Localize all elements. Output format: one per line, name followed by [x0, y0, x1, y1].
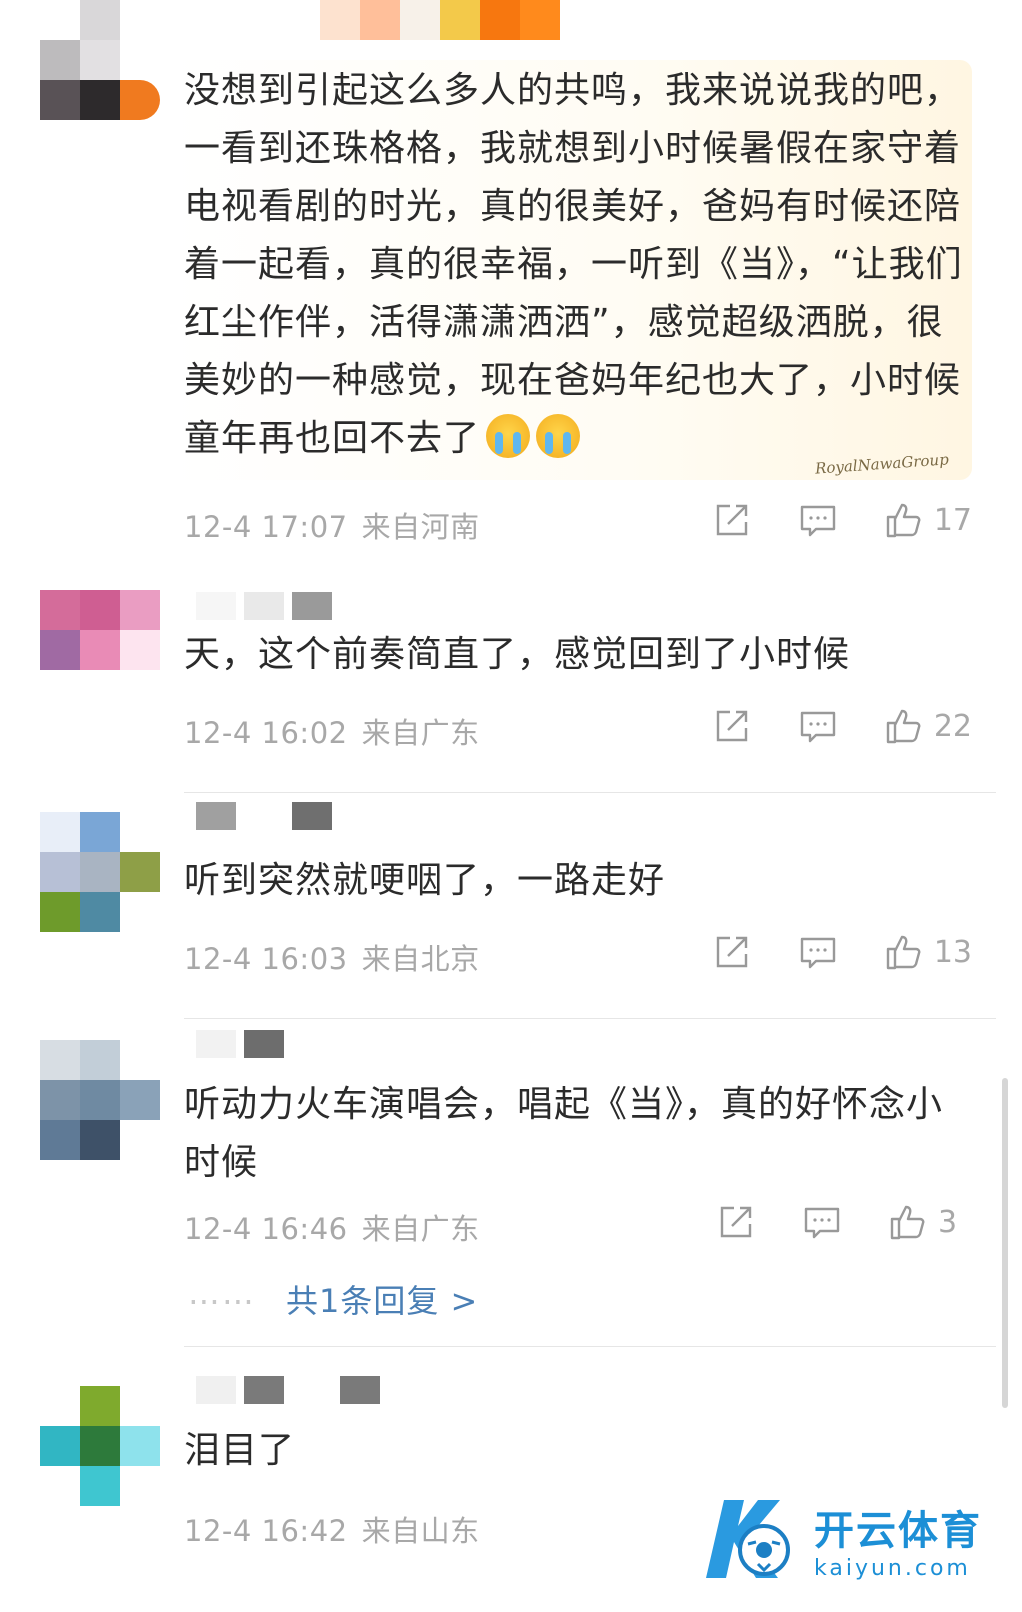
- comment-icon: [800, 711, 836, 743]
- like-count: 17: [933, 502, 972, 538]
- avatar[interactable]: [40, 0, 160, 120]
- divider: [184, 792, 996, 793]
- like-count: 13: [933, 934, 972, 970]
- comment-meta: 12-4 16:02 来自广东: [184, 710, 480, 752]
- like-icon: [886, 503, 921, 538]
- like-count: 22: [933, 708, 972, 744]
- username-blurred[interactable]: [196, 592, 332, 620]
- comment-time: 12-4 16:46: [184, 1212, 348, 1246]
- avatar[interactable]: [40, 1040, 160, 1160]
- comment-actions: 17: [712, 500, 972, 540]
- comment-actions: 3: [716, 1202, 972, 1242]
- like-count: 3: [938, 1204, 958, 1240]
- divider: [184, 1018, 996, 1019]
- comment-icon: [800, 505, 836, 537]
- avatar[interactable]: [40, 812, 160, 932]
- divider: [184, 1346, 996, 1347]
- comment-location: 来自广东: [361, 1212, 480, 1246]
- username-blurred[interactable]: [196, 802, 332, 830]
- comment-button[interactable]: [798, 706, 838, 746]
- like-button[interactable]: 17: [884, 500, 972, 540]
- like-button[interactable]: 13: [884, 932, 972, 972]
- comment-location: 来自河南: [361, 510, 480, 544]
- top-cut-off-avatar-strip: [320, 0, 560, 40]
- comment-text: 听动力火车演唱会，唱起《当》，真的好怀念小时候: [184, 1084, 944, 1183]
- like-button[interactable]: 3: [888, 1202, 972, 1242]
- kaiyun-logo-icon: [694, 1494, 804, 1584]
- like-icon: [886, 709, 921, 744]
- like-icon: [890, 1205, 925, 1240]
- username-blurred[interactable]: [196, 1376, 380, 1404]
- share-icon: [716, 710, 748, 742]
- comment-text: 天，这个前奏简直了，感觉回到了小时候: [184, 634, 851, 675]
- crying-emoji-icon: [486, 414, 531, 458]
- like-button[interactable]: 22: [884, 706, 972, 746]
- comment-location: 来自山东: [361, 1514, 480, 1548]
- share-icon: [716, 936, 748, 968]
- reply-dots: ⋯⋯: [188, 1282, 256, 1320]
- watermark-cn: 开云体育: [814, 1507, 982, 1554]
- comment-text: 听到突然就哽咽了，一路走好: [184, 860, 666, 901]
- comment-button[interactable]: [798, 932, 838, 972]
- comment-text: 泪目了: [184, 1430, 296, 1471]
- share-icon: [716, 504, 748, 536]
- share-button[interactable]: [712, 706, 752, 746]
- comment-actions: 13: [712, 932, 972, 972]
- avatar[interactable]: [40, 590, 160, 710]
- comment-button[interactable]: [798, 500, 838, 540]
- comment-meta: 12-4 16:46 来自广东: [184, 1206, 480, 1248]
- comment-icon: [800, 937, 836, 969]
- comment-icon: [804, 1207, 840, 1239]
- crying-emoji-icon: [536, 414, 581, 458]
- share-button[interactable]: [712, 932, 752, 972]
- username-blurred[interactable]: [196, 1030, 284, 1058]
- comment-time: 12-4 16:03: [184, 942, 348, 976]
- comment-meta: 12-4 16:42 来自山东: [184, 1508, 480, 1550]
- scrollbar[interactable]: [1002, 1078, 1008, 1408]
- like-icon: [886, 935, 921, 970]
- comment-location: 来自广东: [361, 716, 480, 750]
- brand-watermark: 开云体育 kaiyun.com: [694, 1494, 982, 1584]
- comment-actions: 22: [712, 706, 972, 746]
- comment-text: 没想到引起这么多人的共鸣，我来说说我的吧，一看到还珠格格，我就想到小时候暑假在家…: [184, 70, 963, 459]
- share-button[interactable]: [712, 500, 752, 540]
- comment-meta: 12-4 16:03 来自北京: [184, 936, 480, 978]
- comment-meta: 12-4 17:07 来自河南: [184, 504, 480, 546]
- comment-time: 12-4 16:02: [184, 716, 348, 750]
- comment-button[interactable]: [802, 1202, 842, 1242]
- share-button[interactable]: [716, 1202, 756, 1242]
- avatar[interactable]: [40, 1386, 160, 1506]
- view-replies-link[interactable]: ⋯⋯ 共1条回复 >: [188, 1276, 478, 1322]
- view-replies-label: 共1条回复 >: [286, 1282, 479, 1320]
- watermark-text: 开云体育 kaiyun.com: [814, 1498, 982, 1581]
- watermark-en: kaiyun.com: [814, 1555, 971, 1581]
- share-icon: [720, 1206, 752, 1238]
- comment-time: 12-4 17:07: [184, 510, 348, 544]
- comment-time: 12-4 16:42: [184, 1514, 348, 1548]
- comment-location: 来自北京: [361, 942, 480, 976]
